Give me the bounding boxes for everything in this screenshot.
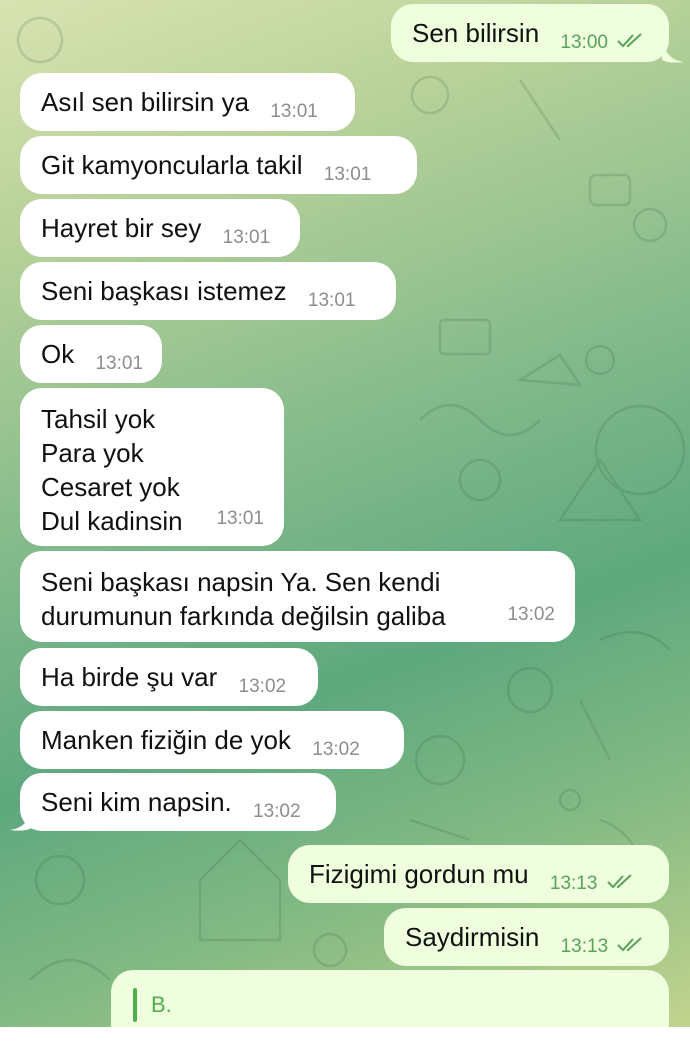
incoming-message[interactable]: Hayret bir sey 13:01 <box>20 199 300 257</box>
message-time: 13:02 <box>312 739 360 760</box>
message-text: Ha birde şu var <box>41 662 218 692</box>
bubble-tail <box>10 808 32 831</box>
reply-quote-name: B. <box>151 992 172 1017</box>
message-text: Asıl sen bilirsin ya <box>41 87 250 117</box>
message-text: Seni kim napsin. <box>41 787 232 817</box>
message-time: 13:01 <box>270 101 318 122</box>
message-text: Saydirmisin <box>405 922 540 952</box>
message-text: Hayret bir sey <box>41 213 202 243</box>
outgoing-message[interactable]: Fizigimi gordun mu 13:13 <box>288 845 669 903</box>
incoming-message[interactable]: Seni başkası istemez 13:01 <box>20 262 396 320</box>
message-text: Ok <box>41 339 75 369</box>
incoming-message[interactable]: Seni başkası napsin Ya. Sen kendi durumu… <box>20 551 575 642</box>
message-text: Fizigimi gordun mu <box>309 859 529 889</box>
double-check-icon <box>617 937 643 952</box>
message-time: 13:01 <box>307 290 356 311</box>
incoming-message[interactable]: Git kamyoncularla takil 13:01 <box>20 136 417 194</box>
incoming-message[interactable]: Asıl sen bilirsin ya 13:01 <box>20 73 355 131</box>
message-meta: 13:13 <box>561 930 646 964</box>
message-text: Seni başkası istemez <box>41 276 287 306</box>
message-meta: 13:13 <box>550 867 635 901</box>
message-time: 13:02 <box>507 604 555 625</box>
bubble-tail <box>662 40 684 63</box>
message-meta: 13:00 <box>560 26 645 60</box>
message-time: 13:01 <box>323 164 372 185</box>
reply-quote-bar <box>133 988 137 1022</box>
message-time: 13:01 <box>222 227 271 248</box>
message-text: Git kamyoncularla takil <box>41 150 303 180</box>
message-text: Seni başkası napsin Ya. Sen kendi durumu… <box>41 567 446 631</box>
message-time: 13:01 <box>95 353 144 374</box>
incoming-message[interactable]: Ha birde şu var 13:02 <box>20 648 318 706</box>
double-check-icon <box>606 874 632 889</box>
message-time: 13:00 <box>560 32 608 53</box>
outgoing-message[interactable]: Sen bilirsin 13:00 <box>391 4 669 62</box>
message-time: 13:13 <box>549 873 598 894</box>
message-time: 13:02 <box>253 801 301 822</box>
message-text: Sen bilirsin <box>412 18 540 48</box>
outgoing-message-partial[interactable]: B. <box>111 970 669 1030</box>
message-text: Manken fiziğin de yok <box>41 725 292 755</box>
outgoing-message[interactable]: Saydirmisin 13:13 <box>384 908 669 966</box>
message-time: 13:13 <box>560 936 609 957</box>
message-time: 13:01 <box>216 508 264 529</box>
incoming-message[interactable]: Tahsil yok Para yok Cesaret yok Dul kadi… <box>20 388 284 546</box>
double-check-icon <box>617 33 642 48</box>
incoming-message[interactable]: Manken fiziğin de yok 13:02 <box>20 711 404 769</box>
incoming-message[interactable]: Ok 13:01 <box>20 325 162 383</box>
message-time: 13:02 <box>238 676 287 697</box>
incoming-message[interactable]: Seni kim napsin. 13:02 <box>20 773 336 831</box>
bottom-bar <box>0 1027 690 1051</box>
